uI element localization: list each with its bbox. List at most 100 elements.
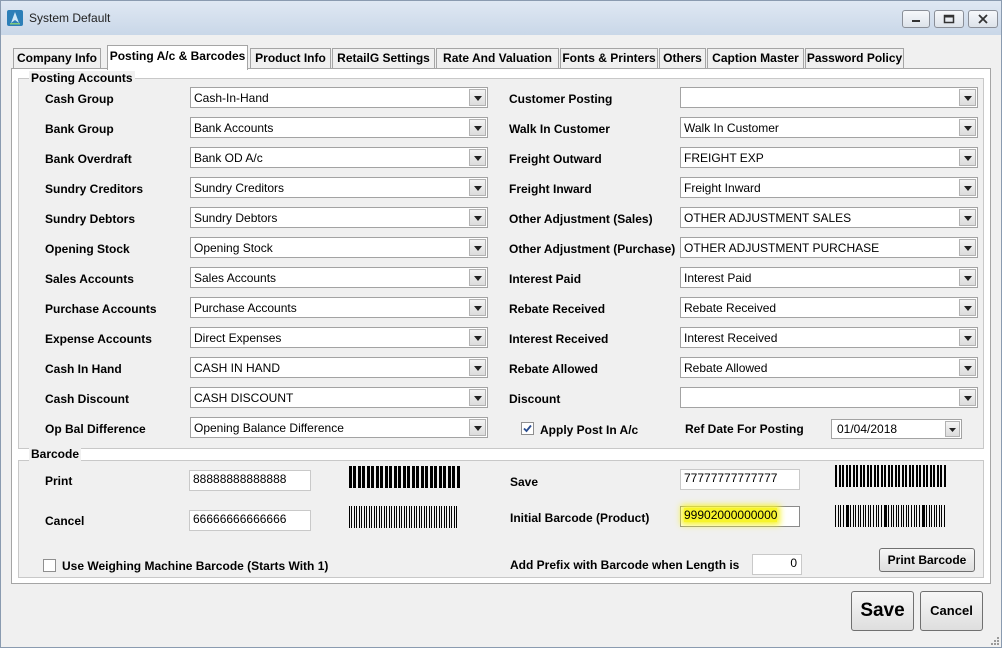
label-sundry-debtors: Sundry Debtors — [45, 212, 136, 226]
chevron-down-icon[interactable] — [469, 89, 486, 106]
chevron-down-icon[interactable] — [469, 239, 486, 256]
label-other-adjustment-purchase: Other Adjustment (Purchase) — [509, 242, 676, 256]
tab-product-info[interactable]: Product Info — [250, 48, 331, 68]
tab-caption-master[interactable]: Caption Master — [707, 48, 804, 68]
tab-posting-barcodes[interactable]: Posting A/c & Barcodes — [107, 45, 248, 70]
rebate-allowed-value: Rebate Allowed — [684, 361, 768, 375]
walk-in-customer-combo[interactable]: Walk In Customer — [680, 117, 978, 138]
opening-stock-value: Opening Stock — [194, 241, 273, 255]
cash-in-hand-combo[interactable]: CASH IN HAND — [190, 357, 488, 378]
chevron-down-icon[interactable] — [959, 149, 976, 166]
tab-password-policy[interactable]: Password Policy — [805, 48, 904, 68]
label-cash-group: Cash Group — [45, 92, 114, 106]
resize-grip-icon[interactable] — [989, 635, 1001, 647]
walk-in-customer-value: Walk In Customer — [684, 121, 779, 135]
ref-date-label: Ref Date For Posting — [685, 422, 804, 436]
purchase-accounts-combo[interactable]: Purchase Accounts — [190, 297, 488, 318]
label-interest-paid: Interest Paid — [509, 272, 582, 286]
label-expense-accounts: Expense Accounts — [45, 332, 152, 346]
checkmark-icon — [522, 423, 533, 437]
rebate-allowed-combo[interactable]: Rebate Allowed — [680, 357, 978, 378]
freight-outward-value: FREIGHT EXP — [684, 151, 764, 165]
bank-overdraft-combo[interactable]: Bank OD A/c — [190, 147, 488, 168]
chevron-down-icon[interactable] — [945, 421, 960, 437]
tab-rate-and-valuation[interactable]: Rate And Valuation — [436, 48, 559, 68]
save-barcode-image — [835, 465, 946, 487]
save-barcode-input[interactable]: 77777777777777 — [680, 469, 800, 490]
tab-retailg-settings[interactable]: RetailG Settings — [332, 48, 435, 68]
freight-outward-combo[interactable]: FREIGHT EXP — [680, 147, 978, 168]
bank-overdraft-value: Bank OD A/c — [194, 151, 263, 165]
maximize-button[interactable] — [934, 10, 964, 28]
sundry-creditors-combo[interactable]: Sundry Creditors — [190, 177, 488, 198]
tab-others[interactable]: Others — [659, 48, 706, 68]
chevron-down-icon[interactable] — [469, 269, 486, 286]
cash-group-combo[interactable]: Cash-In-Hand — [190, 87, 488, 108]
chevron-down-icon[interactable] — [959, 119, 976, 136]
sales-accounts-combo[interactable]: Sales Accounts — [190, 267, 488, 288]
expense-accounts-combo[interactable]: Direct Expenses — [190, 327, 488, 348]
chevron-down-icon[interactable] — [469, 329, 486, 346]
op-bal-difference-combo[interactable]: Opening Balance Difference — [190, 417, 488, 438]
weighing-machine-checkbox[interactable] — [43, 559, 56, 572]
label-cash-discount: Cash Discount — [45, 392, 130, 406]
chevron-down-icon[interactable] — [469, 209, 486, 226]
customer-posting-combo[interactable] — [680, 87, 978, 108]
print-barcode-button[interactable]: Print Barcode — [879, 548, 975, 572]
interest-received-combo[interactable]: Interest Received — [680, 327, 978, 348]
interest-paid-value: Interest Paid — [684, 271, 752, 285]
print-barcode-input[interactable]: 88888888888888 — [189, 470, 311, 491]
initial-barcode-input[interactable]: 99902000000000 — [680, 506, 800, 527]
chevron-down-icon[interactable] — [959, 389, 976, 406]
save-label: Save — [510, 475, 539, 489]
chevron-down-icon[interactable] — [959, 329, 976, 346]
opening-stock-combo[interactable]: Opening Stock — [190, 237, 488, 258]
interest-paid-combo[interactable]: Interest Paid — [680, 267, 978, 288]
cancel-barcode-input[interactable]: 66666666666666 — [189, 510, 311, 531]
chevron-down-icon[interactable] — [959, 89, 976, 106]
chevron-down-icon[interactable] — [959, 299, 976, 316]
ref-date-picker[interactable]: 01/04/2018 — [831, 419, 962, 439]
chevron-down-icon[interactable] — [959, 359, 976, 376]
apply-post-checkbox[interactable] — [521, 422, 534, 435]
cash-discount-combo[interactable]: CASH DISCOUNT — [190, 387, 488, 408]
sundry-debtors-value: Sundry Debtors — [194, 211, 278, 225]
chevron-down-icon[interactable] — [959, 269, 976, 286]
close-button[interactable] — [968, 10, 998, 28]
chevron-down-icon[interactable] — [469, 149, 486, 166]
initial-barcode-value: 99902000000000 — [684, 508, 778, 522]
bank-group-value: Bank Accounts — [194, 121, 274, 135]
label-walk-in-customer: Walk In Customer — [509, 122, 610, 136]
chevron-down-icon[interactable] — [469, 299, 486, 316]
freight-inward-combo[interactable]: Freight Inward — [680, 177, 978, 198]
save-button[interactable]: Save — [851, 591, 914, 631]
rebate-received-combo[interactable]: Rebate Received — [680, 297, 978, 318]
freight-inward-value: Freight Inward — [684, 181, 761, 195]
label-op-bal-difference: Op Bal Difference — [45, 422, 146, 436]
label-rebate-received: Rebate Received — [509, 302, 606, 316]
chevron-down-icon[interactable] — [469, 419, 486, 436]
chevron-down-icon[interactable] — [469, 119, 486, 136]
tab-panel: Posting Accounts Cash Group Cash-In-Hand… — [11, 68, 991, 584]
chevron-down-icon[interactable] — [469, 179, 486, 196]
other-adjustment-purchase-combo[interactable]: OTHER ADJUSTMENT PURCHASE — [680, 237, 978, 258]
chevron-down-icon[interactable] — [469, 389, 486, 406]
discount-combo[interactable] — [680, 387, 978, 408]
other-adjustment-sales-combo[interactable]: OTHER ADJUSTMENT SALES — [680, 207, 978, 228]
chevron-down-icon[interactable] — [959, 179, 976, 196]
apply-post-label: Apply Post In A/c — [540, 423, 639, 437]
chevron-down-icon[interactable] — [469, 359, 486, 376]
minimize-button[interactable] — [902, 10, 930, 28]
bank-group-combo[interactable]: Bank Accounts — [190, 117, 488, 138]
chevron-down-icon[interactable] — [959, 239, 976, 256]
chevron-down-icon[interactable] — [959, 209, 976, 226]
sundry-debtors-combo[interactable]: Sundry Debtors — [190, 207, 488, 228]
tab-company-info[interactable]: Company Info — [13, 48, 101, 68]
label-customer-posting: Customer Posting — [509, 92, 613, 106]
cancel-button[interactable]: Cancel — [920, 591, 983, 631]
tab-fonts-printers[interactable]: Fonts & Printers — [560, 48, 658, 68]
label-other-adjustment-sales: Other Adjustment (Sales) — [509, 212, 653, 226]
label-purchase-accounts: Purchase Accounts — [45, 302, 157, 316]
prefix-length-input[interactable]: 0 — [752, 554, 802, 575]
title-bar[interactable]: System Default — [1, 1, 1001, 35]
